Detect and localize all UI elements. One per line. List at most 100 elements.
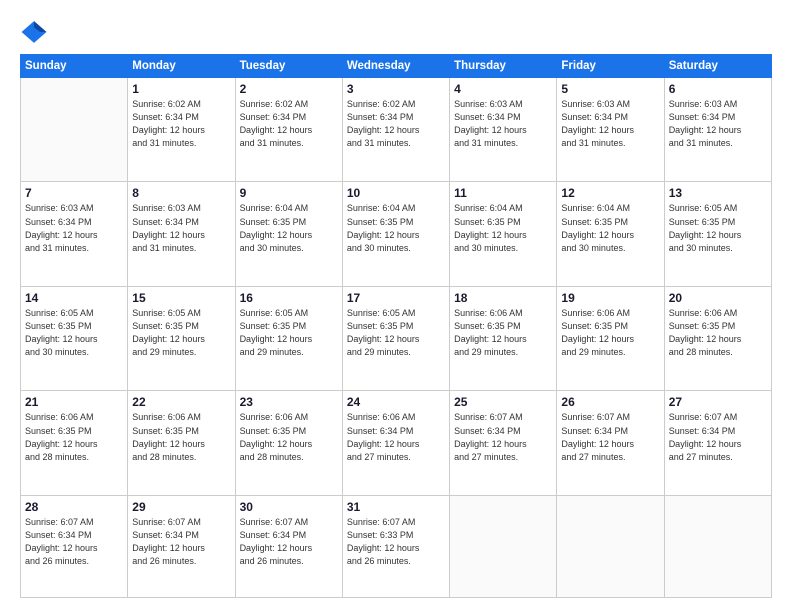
day-number: 2 (240, 82, 338, 96)
day-info: Sunrise: 6:03 AM Sunset: 6:34 PM Dayligh… (454, 98, 552, 150)
calendar-cell: 2 Sunrise: 6:02 AM Sunset: 6:34 PM Daylig… (235, 78, 342, 182)
week-row-3: 14 Sunrise: 6:05 AM Sunset: 6:35 PM Dayli… (21, 286, 772, 390)
day-number: 10 (347, 186, 445, 200)
calendar-cell: 6 Sunrise: 6:03 AM Sunset: 6:34 PM Daylig… (664, 78, 771, 182)
calendar-cell: 21 Sunrise: 6:06 AM Sunset: 6:35 PM Dayli… (21, 391, 128, 495)
calendar-cell: 31 Sunrise: 6:07 AM Sunset: 6:33 PM Dayli… (342, 495, 449, 597)
calendar-cell: 23 Sunrise: 6:06 AM Sunset: 6:35 PM Dayli… (235, 391, 342, 495)
col-header-friday: Friday (557, 55, 664, 78)
day-info: Sunrise: 6:02 AM Sunset: 6:34 PM Dayligh… (240, 98, 338, 150)
week-row-4: 21 Sunrise: 6:06 AM Sunset: 6:35 PM Dayli… (21, 391, 772, 495)
day-info: Sunrise: 6:03 AM Sunset: 6:34 PM Dayligh… (561, 98, 659, 150)
col-header-thursday: Thursday (450, 55, 557, 78)
day-number: 19 (561, 291, 659, 305)
calendar-cell: 5 Sunrise: 6:03 AM Sunset: 6:34 PM Daylig… (557, 78, 664, 182)
day-number: 25 (454, 395, 552, 409)
day-info: Sunrise: 6:06 AM Sunset: 6:35 PM Dayligh… (132, 411, 230, 463)
day-number: 15 (132, 291, 230, 305)
calendar-cell: 9 Sunrise: 6:04 AM Sunset: 6:35 PM Daylig… (235, 182, 342, 286)
day-info: Sunrise: 6:07 AM Sunset: 6:34 PM Dayligh… (132, 516, 230, 568)
calendar-cell: 30Sunrise: 6:07 AM Sunset: 6:34 PM Dayli… (235, 495, 342, 597)
calendar-cell: 22 Sunrise: 6:06 AM Sunset: 6:35 PM Dayli… (128, 391, 235, 495)
col-header-wednesday: Wednesday (342, 55, 449, 78)
day-number: 26 (561, 395, 659, 409)
day-number: 1 (132, 82, 230, 96)
calendar-cell: 26 Sunrise: 6:07 AM Sunset: 6:34 PM Dayli… (557, 391, 664, 495)
logo (20, 18, 52, 46)
calendar-cell: 12Sunrise: 6:04 AM Sunset: 6:35 PM Dayli… (557, 182, 664, 286)
day-number: 21 (25, 395, 123, 409)
day-info: Sunrise: 6:03 AM Sunset: 6:34 PM Dayligh… (669, 98, 767, 150)
day-info: Sunrise: 6:04 AM Sunset: 6:35 PM Dayligh… (454, 202, 552, 254)
day-info: Sunrise: 6:04 AM Sunset: 6:35 PM Dayligh… (347, 202, 445, 254)
calendar-cell: 20Sunrise: 6:06 AM Sunset: 6:35 PM Dayli… (664, 286, 771, 390)
col-header-monday: Monday (128, 55, 235, 78)
day-info: Sunrise: 6:04 AM Sunset: 6:35 PM Dayligh… (240, 202, 338, 254)
day-info: Sunrise: 6:06 AM Sunset: 6:35 PM Dayligh… (561, 307, 659, 359)
calendar-cell: 28 Sunrise: 6:07 AM Sunset: 6:34 PM Dayli… (21, 495, 128, 597)
calendar-cell: 25Sunrise: 6:07 AM Sunset: 6:34 PM Dayli… (450, 391, 557, 495)
calendar-table: SundayMondayTuesdayWednesdayThursdayFrid… (20, 54, 772, 598)
day-info: Sunrise: 6:05 AM Sunset: 6:35 PM Dayligh… (132, 307, 230, 359)
calendar-cell: 4 Sunrise: 6:03 AM Sunset: 6:34 PM Daylig… (450, 78, 557, 182)
day-number: 24 (347, 395, 445, 409)
day-number: 14 (25, 291, 123, 305)
day-number: 31 (347, 500, 445, 514)
day-info: Sunrise: 6:05 AM Sunset: 6:35 PM Dayligh… (669, 202, 767, 254)
day-info: Sunrise: 6:05 AM Sunset: 6:35 PM Dayligh… (240, 307, 338, 359)
calendar-cell (557, 495, 664, 597)
calendar-cell: 16 Sunrise: 6:05 AM Sunset: 6:35 PM Dayli… (235, 286, 342, 390)
page-header (20, 18, 772, 46)
day-info: Sunrise: 6:06 AM Sunset: 6:35 PM Dayligh… (240, 411, 338, 463)
day-number: 23 (240, 395, 338, 409)
day-info: Sunrise: 6:07 AM Sunset: 6:34 PM Dayligh… (561, 411, 659, 463)
calendar-cell: 8Sunrise: 6:03 AM Sunset: 6:34 PM Daylig… (128, 182, 235, 286)
day-info: Sunrise: 6:07 AM Sunset: 6:34 PM Dayligh… (669, 411, 767, 463)
day-number: 20 (669, 291, 767, 305)
day-info: Sunrise: 6:05 AM Sunset: 6:35 PM Dayligh… (25, 307, 123, 359)
calendar-cell: 27 Sunrise: 6:07 AM Sunset: 6:34 PM Dayli… (664, 391, 771, 495)
day-number: 27 (669, 395, 767, 409)
day-number: 22 (132, 395, 230, 409)
day-info: Sunrise: 6:05 AM Sunset: 6:35 PM Dayligh… (347, 307, 445, 359)
col-header-saturday: Saturday (664, 55, 771, 78)
day-info: Sunrise: 6:06 AM Sunset: 6:35 PM Dayligh… (25, 411, 123, 463)
day-number: 8 (132, 186, 230, 200)
calendar-cell (664, 495, 771, 597)
calendar-cell: 19 Sunrise: 6:06 AM Sunset: 6:35 PM Dayli… (557, 286, 664, 390)
day-number: 7 (25, 186, 123, 200)
day-info: Sunrise: 6:02 AM Sunset: 6:34 PM Dayligh… (347, 98, 445, 150)
day-number: 4 (454, 82, 552, 96)
calendar-cell: 29 Sunrise: 6:07 AM Sunset: 6:34 PM Dayli… (128, 495, 235, 597)
calendar-cell: 7 Sunrise: 6:03 AM Sunset: 6:34 PM Daylig… (21, 182, 128, 286)
calendar-cell: 1 Sunrise: 6:02 AM Sunset: 6:34 PM Daylig… (128, 78, 235, 182)
day-info: Sunrise: 6:07 AM Sunset: 6:33 PM Dayligh… (347, 516, 445, 568)
day-number: 28 (25, 500, 123, 514)
day-info: Sunrise: 6:06 AM Sunset: 6:34 PM Dayligh… (347, 411, 445, 463)
calendar-cell (21, 78, 128, 182)
day-number: 6 (669, 82, 767, 96)
day-number: 16 (240, 291, 338, 305)
calendar-cell: 17 Sunrise: 6:05 AM Sunset: 6:35 PM Dayli… (342, 286, 449, 390)
calendar-cell: 11 Sunrise: 6:04 AM Sunset: 6:35 PM Dayli… (450, 182, 557, 286)
logo-icon (20, 18, 48, 46)
day-info: Sunrise: 6:02 AM Sunset: 6:34 PM Dayligh… (132, 98, 230, 150)
calendar-cell: 24 Sunrise: 6:06 AM Sunset: 6:34 PM Dayli… (342, 391, 449, 495)
day-info: Sunrise: 6:07 AM Sunset: 6:34 PM Dayligh… (25, 516, 123, 568)
day-number: 18 (454, 291, 552, 305)
day-number: 17 (347, 291, 445, 305)
calendar-cell: 13Sunrise: 6:05 AM Sunset: 6:35 PM Dayli… (664, 182, 771, 286)
week-row-2: 7 Sunrise: 6:03 AM Sunset: 6:34 PM Daylig… (21, 182, 772, 286)
calendar-cell: 14 Sunrise: 6:05 AM Sunset: 6:35 PM Dayli… (21, 286, 128, 390)
day-number: 5 (561, 82, 659, 96)
calendar-cell: 18Sunrise: 6:06 AM Sunset: 6:35 PM Dayli… (450, 286, 557, 390)
day-number: 9 (240, 186, 338, 200)
day-info: Sunrise: 6:03 AM Sunset: 6:34 PM Dayligh… (25, 202, 123, 254)
calendar-cell (450, 495, 557, 597)
day-number: 11 (454, 186, 552, 200)
col-header-tuesday: Tuesday (235, 55, 342, 78)
week-row-5: 28 Sunrise: 6:07 AM Sunset: 6:34 PM Dayli… (21, 495, 772, 597)
day-number: 3 (347, 82, 445, 96)
calendar-cell: 10 Sunrise: 6:04 AM Sunset: 6:35 PM Dayli… (342, 182, 449, 286)
day-number: 29 (132, 500, 230, 514)
